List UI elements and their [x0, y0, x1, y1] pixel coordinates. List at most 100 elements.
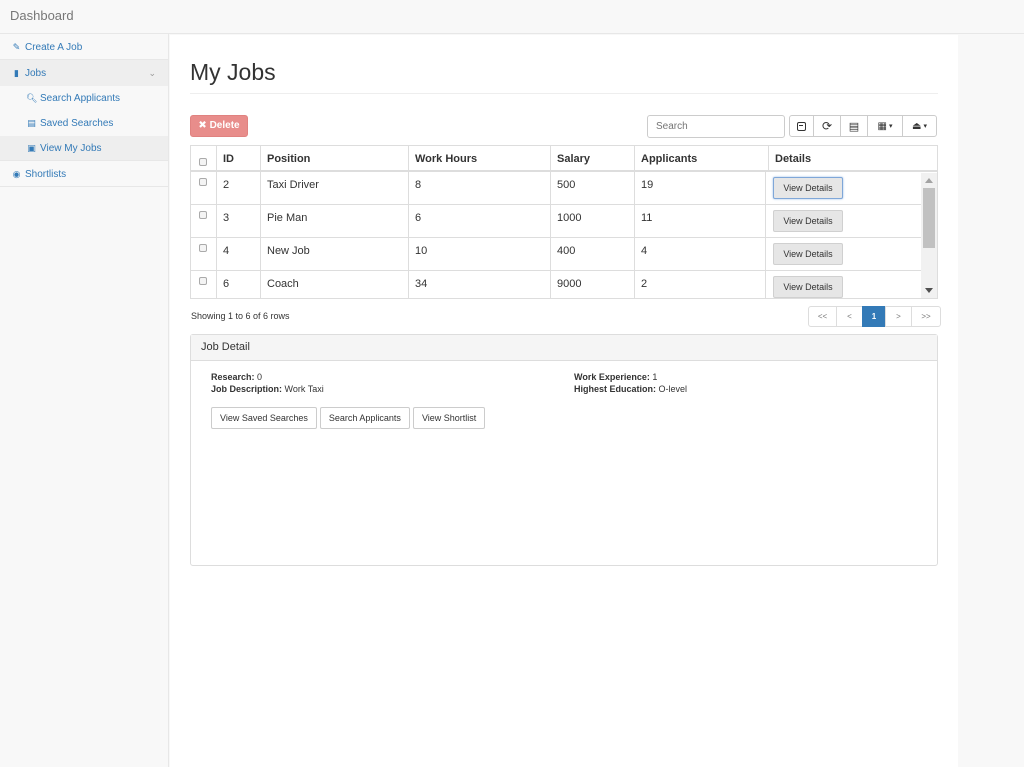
header-checkbox-cell — [191, 146, 216, 172]
select-all-checkbox[interactable] — [199, 158, 207, 166]
cell-id: 4 — [216, 238, 260, 271]
cell-applicants: 11 — [634, 205, 765, 238]
detail-experience: Work Experience: 1 — [574, 371, 657, 383]
page-first[interactable]: << — [808, 306, 837, 327]
research-value: 0 — [257, 372, 263, 382]
sidebar-item-jobs[interactable]: ▮ Jobs ⌄ — [0, 60, 168, 86]
sidebar-item-saved-searches[interactable]: ▤ Saved Searches — [0, 111, 168, 136]
cell-position: New Job — [260, 238, 408, 271]
search-applicants-button[interactable]: Search Applicants — [319, 407, 410, 429]
search-input[interactable] — [647, 115, 785, 138]
scroll-up-arrow-icon[interactable] — [925, 178, 933, 183]
cell-applicants: 19 — [634, 172, 765, 205]
row-checkbox[interactable] — [199, 211, 207, 219]
cell-position: Pie Man — [260, 205, 408, 238]
page-current[interactable]: 1 — [862, 306, 886, 327]
view-details-button[interactable]: View Details — [773, 243, 843, 265]
page-prev[interactable]: < — [836, 306, 863, 327]
sidebar-item-view-my-jobs[interactable]: ▣ View My Jobs — [0, 136, 168, 161]
row-checkbox[interactable] — [199, 244, 207, 252]
columns-button[interactable]: ▤ — [840, 115, 868, 137]
title-divider — [190, 93, 938, 94]
row-checkbox[interactable] — [199, 178, 207, 186]
close-icon: ✖ — [198, 120, 207, 131]
edit-icon: ✎ — [12, 42, 21, 52]
detail-description: Job Description: Work Taxi — [211, 383, 324, 395]
toggle-view-button[interactable] — [789, 115, 814, 137]
cell-salary: 9000 — [550, 271, 634, 298]
cell-id: 6 — [216, 271, 260, 298]
sidebar-item-label: Create A Job — [25, 42, 83, 53]
table-header: ID Position Work Hours Salary Applicants… — [191, 146, 937, 172]
row-checkbox[interactable] — [199, 277, 207, 285]
search-icon: 🔍︎ — [26, 93, 38, 103]
briefcase-icon: ▣ — [27, 143, 36, 153]
column-header-work-hours[interactable]: Work Hours — [408, 146, 550, 172]
cell-applicants: 2 — [634, 271, 765, 298]
education-label: Highest Education: — [574, 384, 657, 394]
chevron-down-icon: ⌄ — [148, 68, 156, 78]
sidebar-item-label: Saved Searches — [40, 118, 114, 129]
column-header-salary[interactable]: Salary — [550, 146, 634, 172]
page-last[interactable]: >> — [911, 306, 941, 327]
sidebar-item-label: Jobs — [25, 68, 47, 79]
description-value: Work Taxi — [284, 384, 324, 394]
book-icon: ▮ — [14, 68, 19, 78]
cell-work-hours: 34 — [408, 271, 550, 298]
table-row: 2 Taxi Driver 8 500 19 View Details — [191, 172, 921, 205]
experience-value: 1 — [652, 372, 658, 382]
sidebar-item-create-job[interactable]: ✎ Create A Job — [0, 34, 168, 60]
scroll-thumb[interactable] — [923, 188, 935, 248]
cell-salary: 400 — [550, 238, 634, 271]
sidebar-item-shortlists[interactable]: ◉ Shortlists — [0, 161, 168, 187]
columns-icon: ▤ — [848, 120, 860, 133]
scroll-down-arrow-icon[interactable] — [925, 288, 933, 293]
detail-research: Research: 0 — [211, 371, 262, 383]
export-icon: ⏏ — [912, 120, 922, 132]
table-row: 3 Pie Man 6 1000 11 View Details — [191, 205, 921, 238]
view-details-button[interactable]: View Details — [773, 276, 843, 298]
export-dropdown-button[interactable]: ⏏ ▾ — [902, 115, 937, 137]
refresh-icon: ⟳ — [821, 119, 833, 133]
table-toolbar: ⟳ ▤ ▦ ▾ ⏏ ▾ — [789, 115, 937, 137]
column-header-position[interactable]: Position — [260, 146, 408, 172]
education-value: O-level — [658, 384, 688, 394]
column-header-details[interactable]: Details — [768, 146, 937, 172]
delete-button[interactable]: ✖ Delete — [190, 115, 248, 137]
view-shortlist-button[interactable]: View Shortlist — [412, 407, 486, 429]
pagination-summary: Showing 1 to 6 of 6 rows — [191, 311, 290, 321]
row-checkbox-cell — [191, 205, 216, 238]
panel-heading: Job Detail — [191, 335, 937, 361]
grid-icon: ▦ — [877, 120, 887, 132]
eye-icon: ◉ — [12, 169, 21, 179]
cell-position: Coach — [260, 271, 408, 298]
main-content: My Jobs ✖ Delete ⟳ ▤ ▦ ▾ ⏏ ▾ ID Po — [170, 35, 958, 767]
grid-dropdown-button[interactable]: ▦ ▾ — [867, 115, 903, 137]
brand-title[interactable]: Dashboard — [10, 8, 74, 23]
pagination: << < 1 > >> — [808, 306, 941, 327]
column-header-id[interactable]: ID — [216, 146, 260, 172]
table-row: 4 New Job 10 400 4 View Details — [191, 238, 921, 271]
view-saved-searches-button[interactable]: View Saved Searches — [211, 407, 317, 429]
sidebar: ✎ Create A Job ▮ Jobs ⌄ 🔍︎ Search Applicant… — [0, 34, 169, 767]
refresh-button[interactable]: ⟳ — [813, 115, 841, 137]
view-details-button[interactable]: View Details — [773, 210, 843, 232]
cell-work-hours: 8 — [408, 172, 550, 205]
description-label: Job Description: — [211, 384, 283, 394]
jobs-table: ID Position Work Hours Salary Applicants… — [190, 145, 938, 299]
column-header-applicants[interactable]: Applicants — [634, 146, 768, 172]
archive-icon: ▤ — [27, 118, 36, 128]
caret-down-icon: ▾ — [923, 123, 927, 130]
sidebar-item-search-applicants[interactable]: 🔍︎ Search Applicants — [0, 86, 168, 111]
cell-position: Taxi Driver — [260, 172, 408, 205]
cell-details: View Details — [765, 205, 921, 238]
cell-salary: 500 — [550, 172, 634, 205]
page-next[interactable]: > — [885, 306, 912, 327]
cell-salary: 1000 — [550, 205, 634, 238]
table-scrollbar[interactable] — [921, 173, 937, 298]
row-checkbox-cell — [191, 238, 216, 271]
job-detail-panel: Job Detail Research: 0 Job Description: … — [190, 334, 938, 566]
cell-details: View Details — [765, 238, 921, 271]
experience-label: Work Experience: — [574, 372, 650, 382]
view-details-button[interactable]: View Details — [773, 177, 843, 199]
